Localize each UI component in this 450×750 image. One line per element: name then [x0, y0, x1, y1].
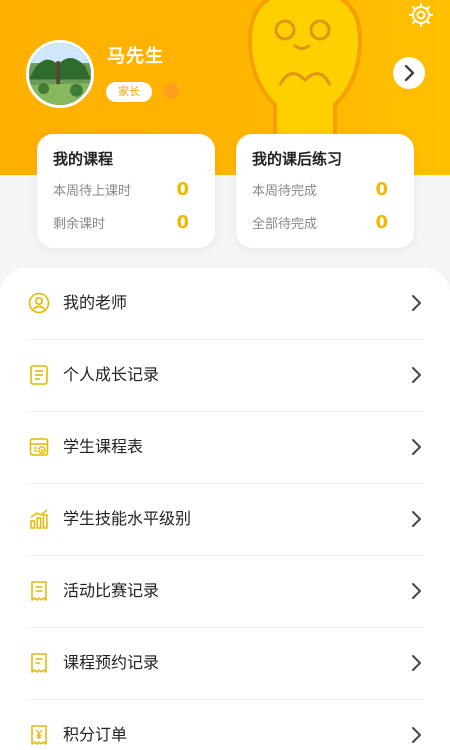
menu-item-course-schedule[interactable]: 学生课程表 — [0, 412, 450, 484]
teacher-icon — [28, 292, 50, 314]
settings-gear-icon[interactable] — [408, 2, 434, 28]
record-icon — [28, 364, 50, 386]
menu-label: 学生课程表 — [63, 437, 144, 456]
stat-value: 0 — [176, 211, 189, 233]
avatar[interactable] — [26, 40, 94, 108]
menu-label: 活动比赛记录 — [63, 581, 160, 600]
chevron-right-icon — [410, 294, 422, 312]
menu-item-my-teacher[interactable]: 我的老师 — [0, 268, 450, 340]
menu-label: 我的老师 — [63, 293, 128, 312]
stat-row: 本周待完成 0 — [252, 178, 388, 200]
chevron-right-icon — [410, 582, 422, 600]
menu-label: 课程预约记录 — [63, 653, 160, 672]
schedule-icon — [28, 436, 50, 458]
decorative-dot — [163, 83, 179, 99]
chevron-right-icon — [410, 438, 422, 456]
menu-item-competition-record[interactable]: 活动比赛记录 — [0, 556, 450, 628]
chevron-right-icon — [410, 654, 422, 672]
my-courses-card[interactable]: 我的课程 本周待上课时 0 剩余课时 0 — [37, 134, 215, 248]
menu-list: 我的老师 个人成长记录 学生课程表 学生技能水平级别 活动比赛记录 课程预约记录… — [0, 268, 450, 750]
card-title: 我的课程 — [53, 150, 114, 168]
role-badge: 家长 — [106, 82, 152, 102]
stat-value: 0 — [375, 178, 388, 200]
competition-icon — [28, 580, 50, 602]
chevron-right-icon — [410, 366, 422, 384]
stat-label: 全部待完成 — [252, 216, 318, 232]
stat-row: 全部待完成 0 — [252, 211, 388, 233]
menu-label: 积分订单 — [63, 725, 128, 744]
stat-label: 本周待上课时 — [53, 183, 132, 199]
points-order-icon — [28, 724, 50, 746]
menu-label: 学生技能水平级别 — [63, 509, 192, 528]
menu-item-skill-level[interactable]: 学生技能水平级别 — [0, 484, 450, 556]
stat-row: 本周待上课时 0 — [53, 178, 189, 200]
menu-label: 个人成长记录 — [63, 365, 160, 384]
chart-icon — [28, 508, 50, 530]
menu-item-points-order[interactable]: 积分订单 — [0, 700, 450, 750]
menu-item-growth-record[interactable]: 个人成长记录 — [0, 340, 450, 412]
stat-value: 0 — [176, 178, 189, 200]
my-homework-card[interactable]: 我的课后练习 本周待完成 0 全部待完成 0 — [236, 134, 414, 248]
stat-value: 0 — [375, 211, 388, 233]
stat-label: 本周待完成 — [252, 183, 318, 199]
stat-row: 剩余课时 0 — [53, 211, 189, 233]
chevron-right-icon — [404, 64, 415, 82]
chevron-right-icon — [410, 726, 422, 744]
user-name: 马先生 — [107, 46, 164, 67]
profile-detail-button[interactable] — [393, 57, 425, 89]
card-title: 我的课后练习 — [252, 150, 343, 168]
chevron-right-icon — [410, 510, 422, 528]
appointment-icon — [28, 652, 50, 674]
menu-item-appointment-record[interactable]: 课程预约记录 — [0, 628, 450, 700]
stat-label: 剩余课时 — [53, 216, 106, 232]
